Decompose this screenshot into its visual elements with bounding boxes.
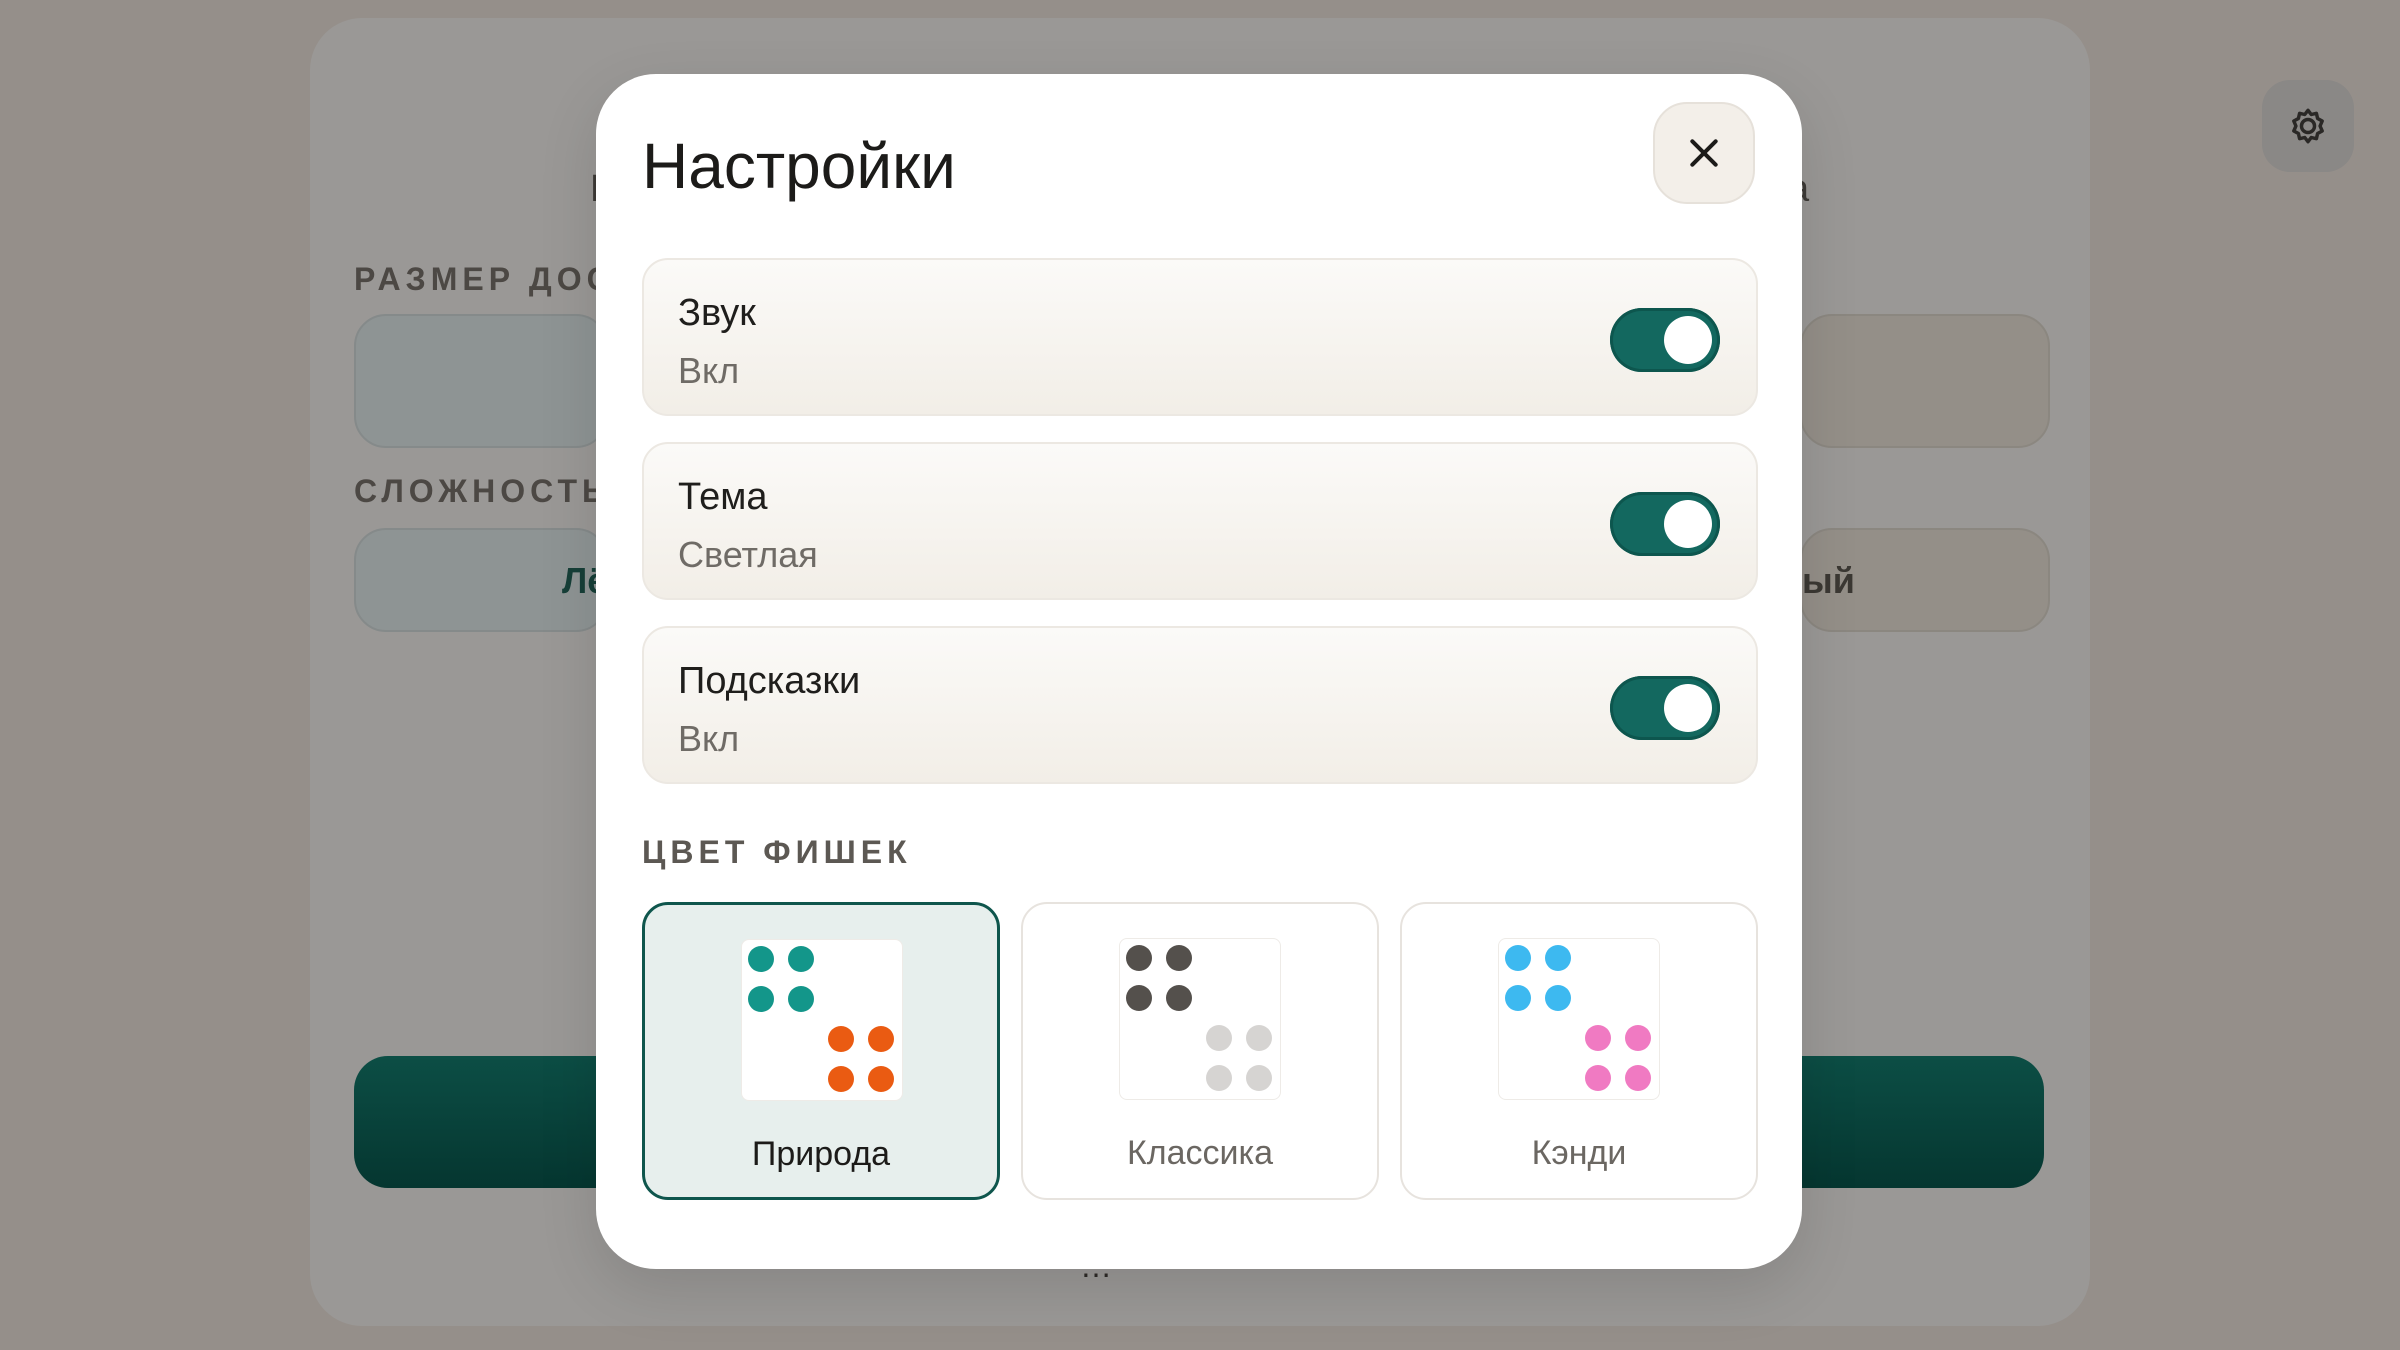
palette-dot [1505,985,1531,1011]
palette-dot [1246,1025,1272,1051]
palette-dot [1585,1025,1611,1051]
palette-dot [868,1066,894,1092]
palette-dot [1625,1065,1651,1091]
difficulty-hard-text: ый [1802,560,1855,601]
palette-dot [1625,1025,1651,1051]
hints-toggle[interactable] [1610,676,1720,740]
toggle-knob [1664,684,1712,732]
settings-gear-button[interactable] [2262,80,2354,172]
palette-dot [828,1026,854,1052]
palette-dot [788,986,814,1012]
palette-card-classic[interactable]: Классика [1021,902,1379,1200]
close-button[interactable] [1653,102,1755,204]
palette-dot [748,986,774,1012]
setting-name: Тема [678,476,768,518]
toggle-knob [1664,316,1712,364]
difficulty-label: СЛОЖНОСТЬ [354,473,611,509]
setting-row-theme[interactable]: Тема Светлая [642,442,1758,600]
palette-label: Классика [1126,1134,1274,1172]
palette-preview [741,939,903,1101]
palette-preview [1498,938,1660,1100]
palette-dot [1126,945,1152,971]
palette-dot [1505,945,1531,971]
palette-preview [1119,938,1281,1100]
setting-name: Звук [678,292,756,334]
palette-dot [868,1026,894,1052]
setting-name: Подсказки [678,660,861,702]
palette-dot [748,946,774,972]
palette-dot [1585,1065,1611,1091]
gear-icon [2292,108,2324,144]
palette-card-candy[interactable]: Кэнди [1400,902,1758,1200]
setting-value: Вкл [678,718,740,759]
palette-dot [1206,1065,1232,1091]
toggle-knob [1664,500,1712,548]
palette-label: Кэнди [1531,1134,1627,1172]
palette-dot [788,946,814,972]
setting-row-hints[interactable]: Подсказки Вкл [642,626,1758,784]
palette-dot [1126,985,1152,1011]
palette-dot [1545,985,1571,1011]
piece-color-label: ЦВЕТ ФИШЕК [642,834,912,870]
settings-dialog: Настройки Звук Вкл Тема Светлая Подсказк… [596,74,1802,1269]
palette-dot [1246,1065,1272,1091]
theme-toggle[interactable] [1610,492,1720,556]
palette-dot [1166,985,1192,1011]
close-icon [1690,139,1718,167]
palette-dot [1166,945,1192,971]
sound-toggle[interactable] [1610,308,1720,372]
board-size-option[interactable] [1800,314,2050,448]
palette-card-nature[interactable]: Природа [642,902,1000,1200]
palette-dot [1206,1025,1232,1051]
board-size-option[interactable] [354,314,608,448]
palette-dot [828,1066,854,1092]
dialog-title: Настройки [642,130,956,202]
palette-label: Природа [751,1135,891,1173]
setting-value: Вкл [678,350,740,391]
setting-row-sound[interactable]: Звук Вкл [642,258,1758,416]
setting-value: Светлая [678,534,818,575]
palette-dot [1545,945,1571,971]
